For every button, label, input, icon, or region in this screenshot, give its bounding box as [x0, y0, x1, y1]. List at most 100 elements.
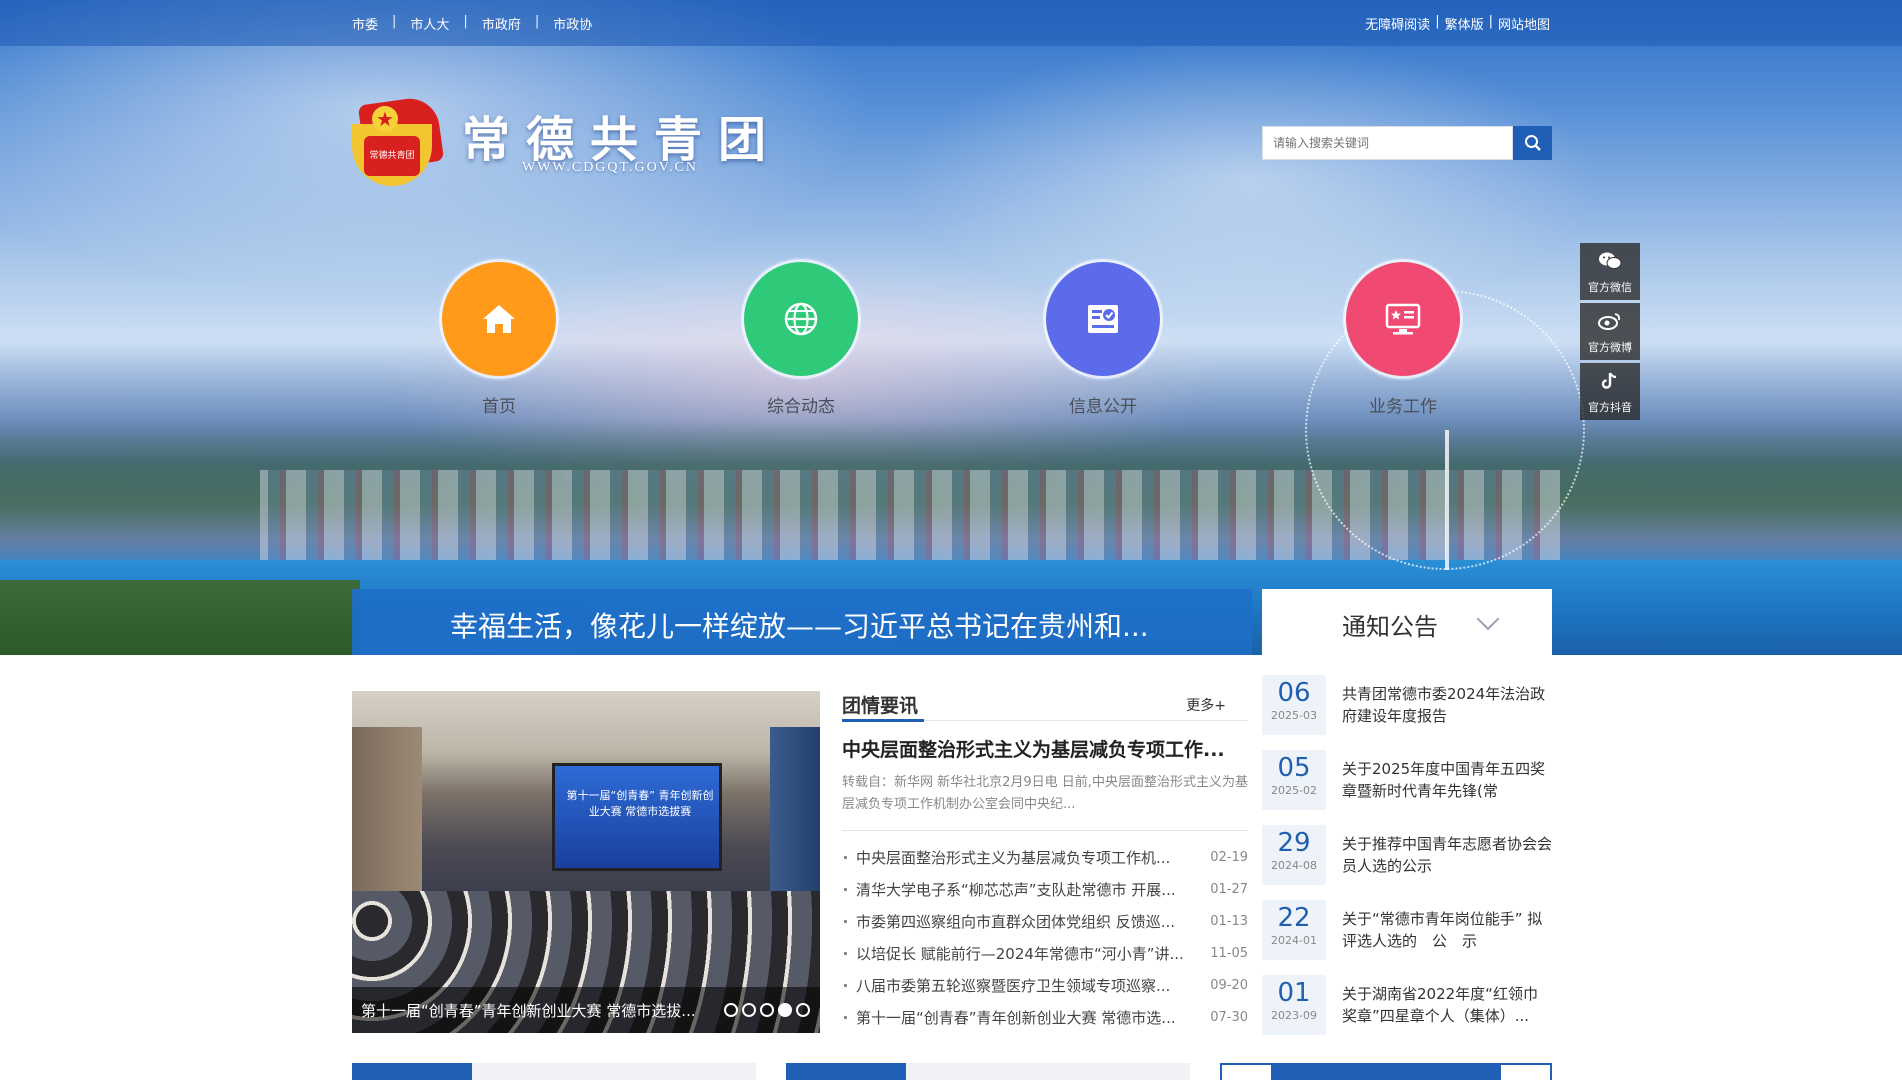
monitor-star-icon	[1346, 262, 1460, 376]
carousel-dot[interactable]	[760, 1003, 774, 1017]
separator: |	[1488, 14, 1493, 29]
search-input[interactable]	[1262, 126, 1513, 160]
nav-item-home[interactable]: 首页	[438, 262, 560, 417]
carousel-dot[interactable]	[796, 1003, 810, 1017]
notice-title[interactable]: 关于湖南省2022年度“红领巾奖章”四星章个人（集体）...	[1342, 983, 1552, 1027]
featured-news-summary: 转载自：新华网 新华社北京2月9日电 日前,中央层面整治形式主义为基层减负专项工…	[842, 775, 1248, 812]
top-link-city-government[interactable]: 市政府	[482, 14, 521, 33]
douyin-button[interactable]: 官方抖音	[1580, 363, 1640, 420]
notice-title[interactable]: 关于推荐中国青年志愿者协会会员人选的公示	[1342, 833, 1552, 877]
notice-day: 29	[1277, 828, 1311, 858]
notice-tab-label: 通知公告	[1342, 613, 1438, 641]
emblem-text: 常德共青团	[364, 136, 420, 176]
carousel-dots	[724, 1003, 810, 1017]
nav-label: 首页	[482, 397, 516, 417]
notice-item[interactable]: 05 2025-02 关于2025年度中国青年五四奖章暨新时代青年先锋(常	[1262, 750, 1552, 825]
search-icon	[1524, 135, 1541, 151]
site-url: WWW.CDGQT.GOV.CN	[522, 160, 699, 175]
notice-date: 01 2023-09	[1262, 975, 1326, 1035]
news-item[interactable]: 中央层面整治形式主义为基层减负专项工作机... 02-19	[842, 841, 1248, 873]
notice-list: 06 2025-03 共青团常德市委2024年法治政府建设年度报告 05 2025-…	[1262, 675, 1552, 1050]
nav-label: 信息公开	[1069, 397, 1137, 417]
notice-title[interactable]: 关于“常德市青年岗位能手” 拟评选人选的 公 示	[1342, 908, 1552, 952]
notice-item[interactable]: 29 2024-08 关于推荐中国青年志愿者协会会员人选的公示	[1262, 825, 1552, 900]
weibo-label: 官方微博	[1588, 341, 1632, 354]
news-item[interactable]: 八届市委第五轮巡察暨医疗卫生领域专项巡察... 09-20	[842, 969, 1248, 1001]
carousel-photo-screen: 第十一届“创青春” 青年创新创业大赛 常德市选拔赛	[552, 763, 722, 871]
carousel-caption[interactable]: 第十一届“创青春”青年创新创业大赛 常德市选拔...	[361, 1000, 696, 1021]
bottom-tab[interactable]	[906, 1063, 1190, 1080]
news-item-title[interactable]: 八届市委第五轮巡察暨医疗卫生领域专项巡察...	[856, 975, 1202, 996]
bullet	[844, 919, 847, 923]
separator: |	[463, 14, 468, 29]
news-item-title[interactable]: 中央层面整治形式主义为基层减负专项工作机...	[856, 847, 1202, 868]
chevron-down-icon	[1476, 607, 1500, 631]
notice-item[interactable]: 06 2025-03 共青团常德市委2024年法治政府建设年度报告	[1262, 675, 1552, 750]
news-item-title[interactable]: 以培促长 赋能前行—2024年常德市“河小青”讲...	[856, 943, 1202, 964]
nav-label: 业务工作	[1369, 397, 1437, 417]
douyin-icon	[1601, 372, 1617, 389]
league-emblem-logo[interactable]: ★ 常德共青团	[352, 94, 445, 188]
news-item[interactable]: 清华大学电子系“柳芯芯声”支队赴常德市 开展... 01-27	[842, 873, 1248, 905]
bullet	[844, 855, 847, 859]
headline-banner[interactable]: 幸福生活，像花儿一样绽放——习近平总书记在贵州和...	[352, 589, 1252, 655]
image-carousel[interactable]: 第十一届“创青春” 青年创新创业大赛 常德市选拔赛 第十一届“创青春”青年创新创…	[352, 691, 820, 1033]
search-box	[1262, 126, 1552, 160]
screen-text: 第十一届“创青春” 青年创新创业大赛 常德市选拔赛	[566, 789, 714, 818]
wechat-icon	[1599, 252, 1622, 269]
nav-item-info-disclosure[interactable]: 信息公开	[1042, 262, 1164, 417]
carousel-dot-active[interactable]	[778, 1003, 792, 1017]
notice-item[interactable]: 22 2024-01 关于“常德市青年岗位能手” 拟评选人选的 公 示	[1262, 900, 1552, 975]
notice-title[interactable]: 关于2025年度中国青年五四奖章暨新时代青年先锋(常	[1342, 758, 1552, 802]
top-link-peoples-congress[interactable]: 市人大	[410, 14, 449, 33]
bullet	[844, 1015, 847, 1019]
globe-icon	[744, 262, 858, 376]
carousel-dot[interactable]	[724, 1003, 738, 1017]
top-bar: 市委 | 市人大 | 市政府 | 市政协 无障碍阅读 | 繁体版 | 网站地图	[0, 0, 1902, 46]
featured-news-title[interactable]: 中央层面整治形式主义为基层减负专项工作...	[842, 735, 1248, 762]
news-item-title[interactable]: 市委第四巡察组向市直群众团体党组织 反馈巡...	[856, 911, 1202, 932]
news-item-title[interactable]: 清华大学电子系“柳芯芯声”支队赴常德市 开展...	[856, 879, 1202, 900]
notice-day: 06	[1277, 678, 1311, 708]
news-item[interactable]: 第十一届“创青春”青年创新创业大赛 常德市选... 07-30	[842, 1001, 1248, 1033]
news-list: 中央层面整治形式主义为基层减负专项工作机... 02-19 清华大学电子系“柳芯芯…	[842, 841, 1248, 1033]
top-link-cppcc[interactable]: 市政协	[553, 14, 592, 33]
weibo-button[interactable]: 官方微博	[1580, 303, 1640, 360]
news-item-title[interactable]: 第十一届“创青春”青年创新创业大赛 常德市选...	[856, 1007, 1202, 1028]
weibo-icon	[1598, 313, 1621, 330]
wechat-label: 官方微信	[1588, 281, 1632, 294]
news-item[interactable]: 市委第四巡察组向市直群众团体党组织 反馈巡... 01-13	[842, 905, 1248, 937]
wechat-button[interactable]: 官方微信	[1580, 243, 1640, 300]
notice-day: 05	[1277, 753, 1311, 783]
news-item-date: 07-30	[1210, 1009, 1248, 1025]
sitemap-link[interactable]: 网站地图	[1498, 14, 1550, 33]
social-float-bar: 官方微信 官方微博 官方抖音	[1580, 243, 1640, 423]
headline-text[interactable]: 幸福生活，像花儿一样绽放——习近平总书记在贵州和...	[450, 605, 1149, 645]
news-more-link[interactable]: 更多+	[1186, 695, 1226, 715]
news-item-date: 01-27	[1210, 881, 1248, 897]
news-item[interactable]: 以培促长 赋能前行—2024年常德市“河小青”讲... 11-05	[842, 937, 1248, 969]
notice-date: 06 2025-03	[1262, 675, 1326, 735]
notice-title[interactable]: 共青团常德市委2024年法治政府建设年度报告	[1342, 683, 1552, 727]
bullet	[844, 887, 847, 891]
notice-item[interactable]: 01 2023-09 关于湖南省2022年度“红领巾奖章”四星章个人（集体）...	[1262, 975, 1552, 1050]
search-button[interactable]	[1513, 126, 1552, 160]
banner-shore	[0, 580, 360, 655]
carousel-dot[interactable]	[742, 1003, 756, 1017]
separator: |	[534, 14, 540, 29]
top-link-city-committee[interactable]: 市委	[352, 14, 378, 33]
news-item-date: 02-19	[1210, 849, 1248, 865]
nav-item-news[interactable]: 综合动态	[740, 262, 862, 417]
bottom-banner-header[interactable]	[1220, 1063, 1552, 1080]
news-item-date: 09-20	[1210, 977, 1248, 993]
bottom-tab-active[interactable]	[352, 1063, 472, 1080]
top-nav-left: 市委 | 市人大 | 市政府 | 市政协	[352, 14, 592, 33]
traditional-chinese-link[interactable]: 繁体版	[1445, 14, 1484, 33]
bullet	[844, 983, 847, 987]
bottom-tab[interactable]	[472, 1063, 756, 1080]
notice-date: 22 2024-01	[1262, 900, 1326, 960]
accessibility-link[interactable]: 无障碍阅读	[1365, 14, 1430, 33]
nav-item-business[interactable]: 业务工作	[1342, 262, 1464, 417]
bottom-tab-active[interactable]	[786, 1063, 906, 1080]
tab-notices[interactable]: 通知公告	[1262, 589, 1552, 655]
